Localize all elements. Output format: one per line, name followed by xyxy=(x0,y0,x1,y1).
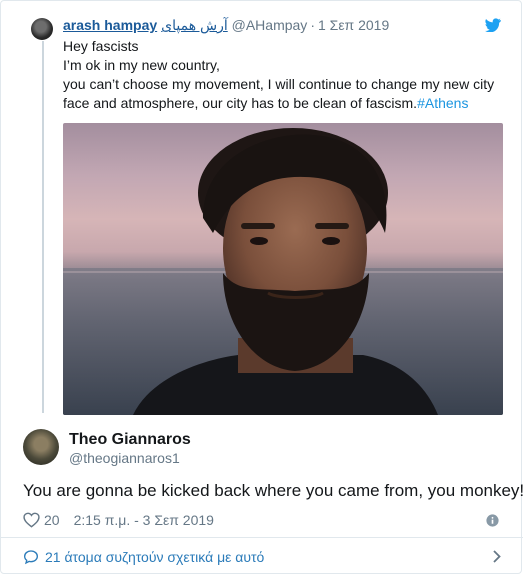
tweet-photo[interactable] xyxy=(63,123,503,415)
separator-dot: · xyxy=(310,17,315,33)
photo-portrait xyxy=(63,128,503,415)
quoted-tweet-text: Hey fascists I’m ok in my new country, y… xyxy=(63,37,503,113)
quoted-line-text: face and atmosphere, our city has to be … xyxy=(63,95,418,111)
quoted-line: I’m ok in my new country, xyxy=(63,57,220,73)
conversation-label: 21 άτομα συζητούν σχετικά με αυτό xyxy=(45,548,265,565)
quoted-avatar[interactable] xyxy=(31,18,53,40)
tweet-card: arash hampay آرش همپای @AHampay · 1 Σεπ 201… xyxy=(0,0,524,575)
conversation-link[interactable]: 21 άτομα συζητούν σχετικά με αυτό xyxy=(1,538,523,575)
hashtag-link[interactable]: #Athens xyxy=(417,95,468,111)
author-handle[interactable]: @theogiannaros1 xyxy=(69,450,180,466)
quoted-author-handle[interactable]: @AHampay xyxy=(232,17,308,33)
quoted-author-name-local[interactable]: آرش همپای xyxy=(161,17,228,33)
quoted-date[interactable]: 1 Σεπ 2019 xyxy=(318,17,389,33)
author-avatar[interactable] xyxy=(23,429,59,465)
chevron-right-icon xyxy=(493,550,501,563)
heart-icon[interactable] xyxy=(23,512,40,528)
quoted-header: arash hampay آرش همپای @AHampay · 1 Σεπ 201… xyxy=(63,17,389,34)
quoted-line: you can’t choose my movement, I will con… xyxy=(63,76,495,92)
thread-line xyxy=(42,41,44,413)
like-count[interactable]: 20 xyxy=(44,512,60,528)
quoted-author-name[interactable]: arash hampay xyxy=(63,17,157,33)
comment-icon xyxy=(23,549,39,564)
info-icon[interactable] xyxy=(486,514,499,527)
author-name[interactable]: Theo Giannaros xyxy=(69,431,191,449)
tweet-meta: 20 2:15 π.μ. - 3 Σεπ 2019 xyxy=(23,512,214,528)
tweet-timestamp[interactable]: 2:15 π.μ. - 3 Σεπ 2019 xyxy=(74,512,214,528)
quoted-line: Hey fascists xyxy=(63,38,139,54)
twitter-bird-icon[interactable] xyxy=(485,18,501,32)
tweet-text: You are gonna be kicked back where you c… xyxy=(23,481,524,500)
quoted-line: face and atmosphere, our city has to be … xyxy=(63,94,503,113)
